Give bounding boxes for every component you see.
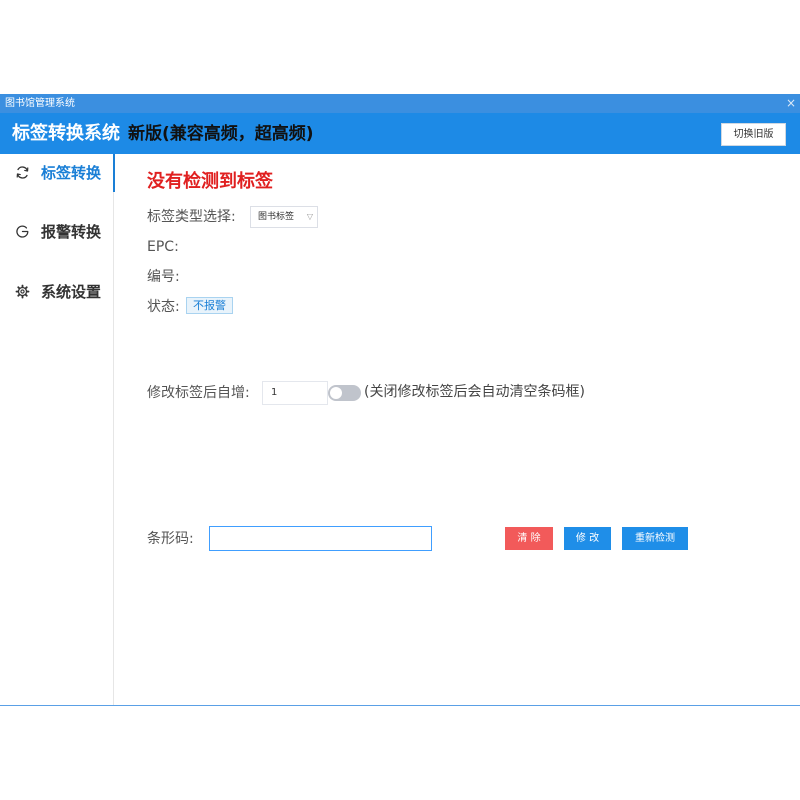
toggle-hint: (关闭修改标签后会自动清空条码框) xyxy=(364,384,585,400)
auto-increment-input[interactable]: 1 xyxy=(262,381,328,405)
sidebar-item-label: 标签转换 xyxy=(41,164,102,182)
epc-label: EPC: xyxy=(147,239,179,255)
window-title: 图书馆管理系统 xyxy=(5,98,75,109)
tag-type-select[interactable]: 图书标签 ▽ xyxy=(250,206,318,228)
tag-type-label: 标签类型选择: xyxy=(147,209,236,225)
gear-icon xyxy=(15,284,30,299)
tag-type-value: 图书标签 xyxy=(258,212,295,222)
status-badge: 不报警 xyxy=(186,297,233,314)
no-tag-warning: 没有检测到标签 xyxy=(147,171,273,192)
redetect-button[interactable]: 重新检测 xyxy=(622,527,688,550)
barcode-label: 条形码: xyxy=(147,531,194,547)
modify-button[interactable]: 修 改 xyxy=(564,527,611,550)
app-window: 图书馆管理系统 × 标签转换系统 新版(兼容高频，超高频) 切换旧版 标签转换 报… xyxy=(0,94,800,706)
sidebar-item-tag-convert[interactable]: 标签转换 xyxy=(0,154,115,192)
status-label: 状态: xyxy=(147,299,180,315)
number-label: 编号: xyxy=(147,269,180,285)
auto-clear-toggle[interactable] xyxy=(328,385,361,401)
main-panel: 没有检测到标签 标签类型选择: 图书标签 ▽ EPC: 编号: 状态: 不报警 … xyxy=(114,154,800,705)
sidebar-item-label: 系统设置 xyxy=(41,283,102,301)
refresh-icon xyxy=(16,166,29,179)
chevron-down-icon: ▽ xyxy=(306,212,313,221)
clear-button[interactable]: 清 除 xyxy=(505,527,553,550)
sidebar-item-system-settings[interactable]: 系统设置 xyxy=(0,273,114,311)
app-brand: 标签转换系统 新版(兼容高频，超高频) xyxy=(12,122,314,146)
close-icon[interactable]: × xyxy=(786,96,796,110)
auto-increment-label: 修改标签后自增: xyxy=(147,385,250,401)
sidebar: 标签转换 报警转换 系统设置 xyxy=(0,154,115,705)
window-titlebar[interactable]: 图书馆管理系统 × xyxy=(0,94,800,113)
sidebar-item-label: 报警转换 xyxy=(41,223,102,241)
app-header: 标签转换系统 新版(兼容高频，超高频) 切换旧版 xyxy=(0,113,800,154)
version-label: 新版(兼容高频，超高频) xyxy=(128,124,314,144)
barcode-input[interactable] xyxy=(209,526,432,551)
sidebar-item-alarm-convert[interactable]: 报警转换 xyxy=(0,213,114,251)
toggle-knob xyxy=(330,387,342,399)
switch-old-version-button[interactable]: 切换旧版 xyxy=(721,123,786,146)
power-icon xyxy=(16,225,29,238)
system-name: 标签转换系统 xyxy=(12,123,120,144)
